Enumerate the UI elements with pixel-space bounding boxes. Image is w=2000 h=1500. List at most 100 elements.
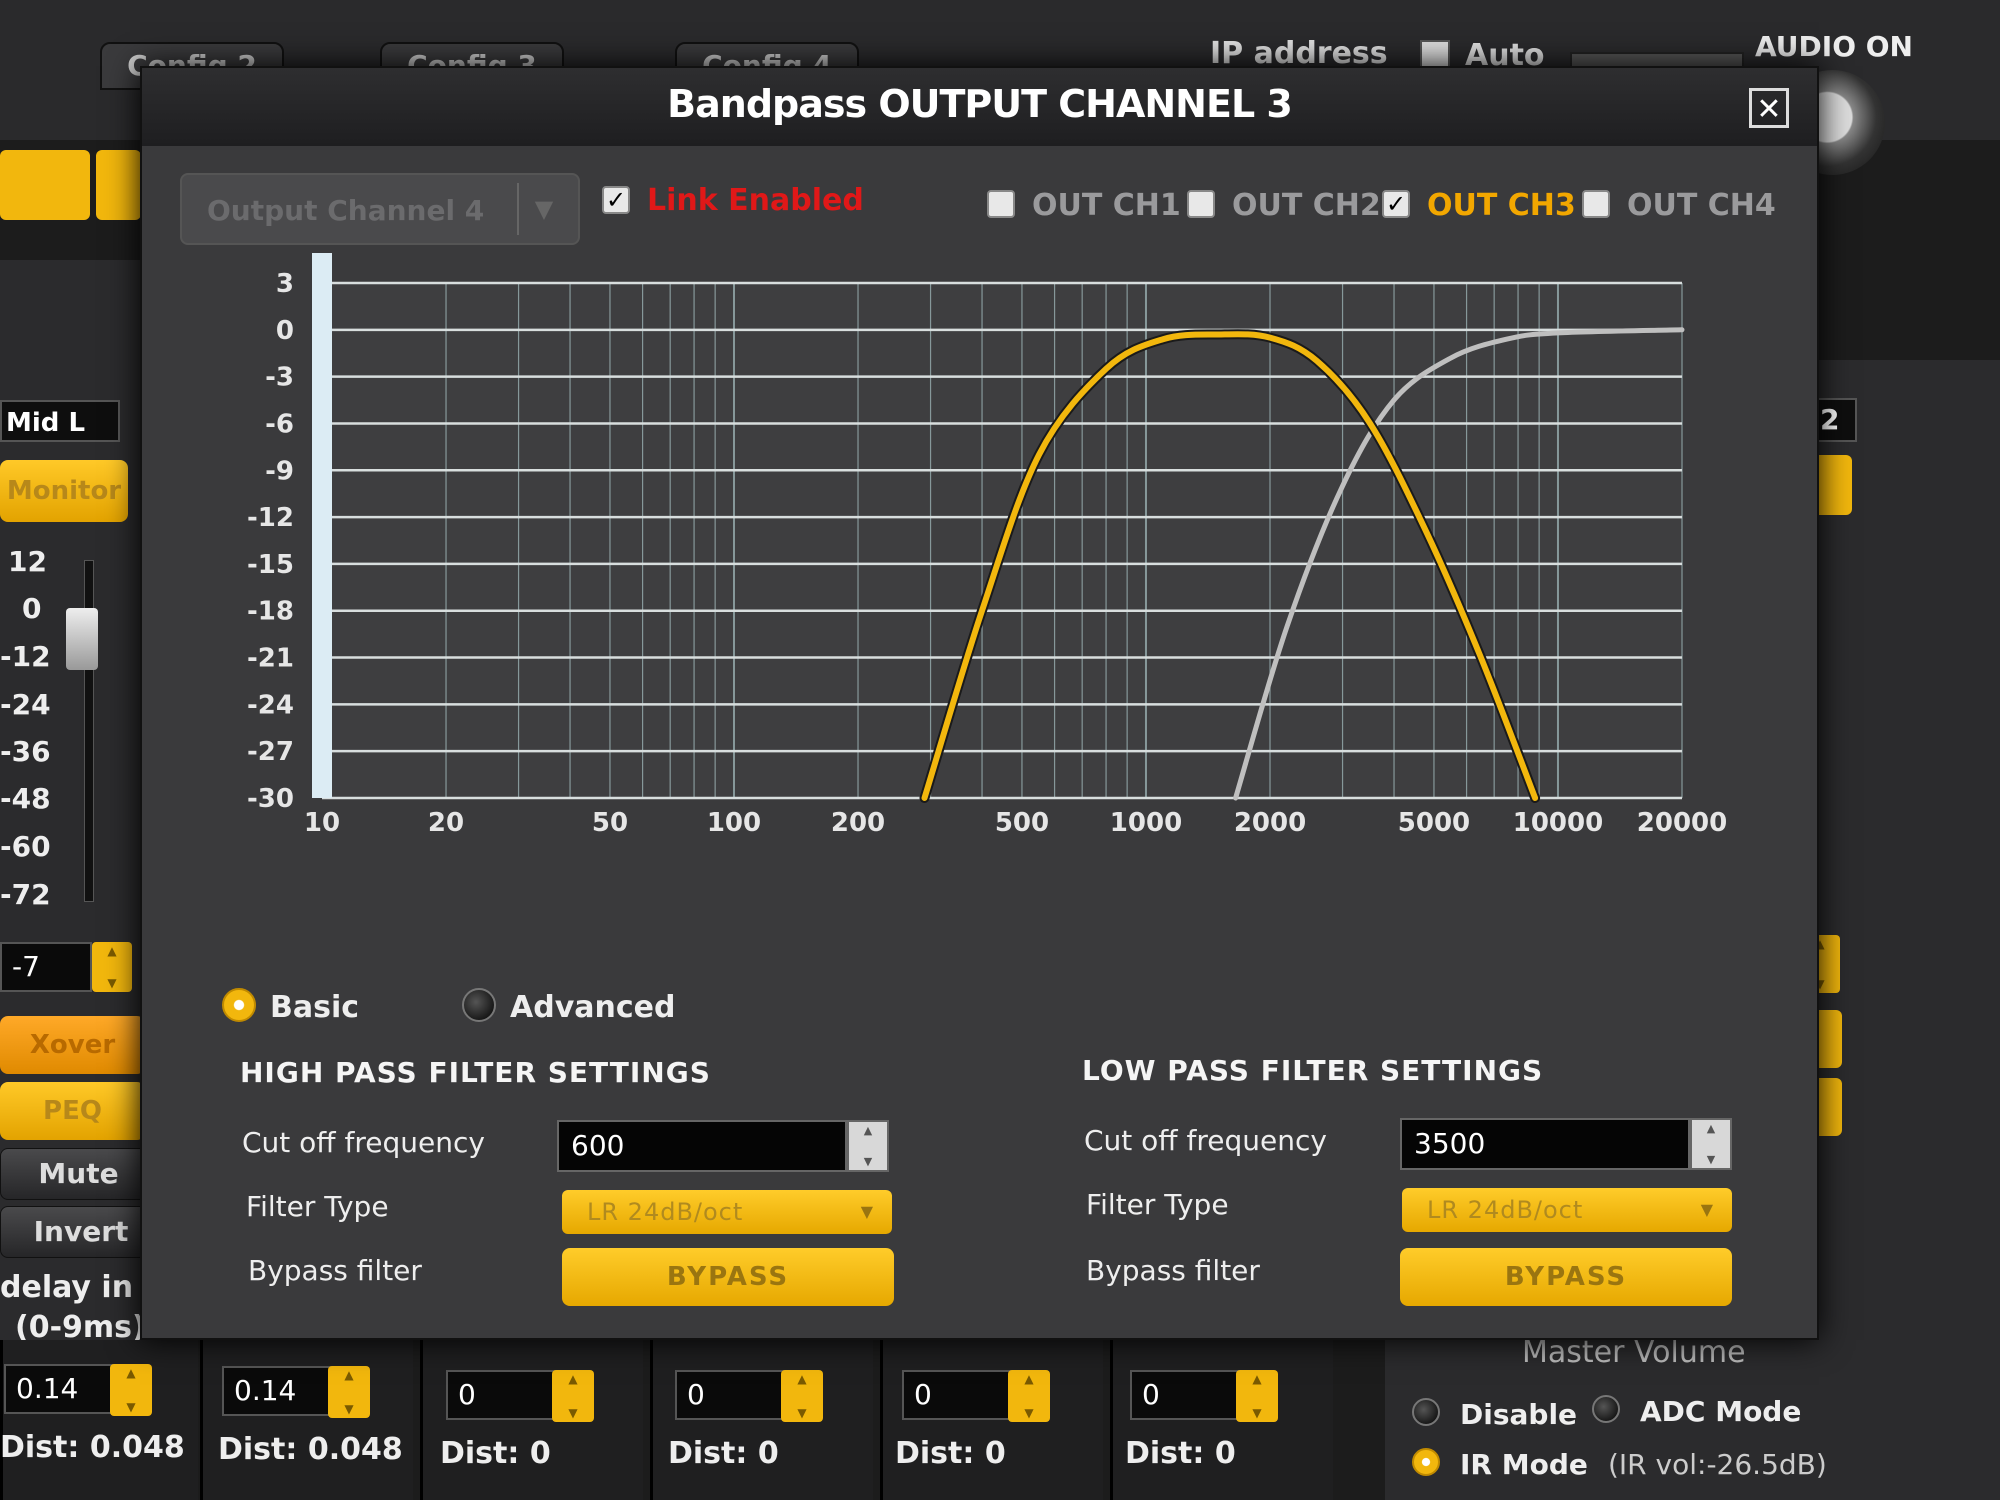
hp-cutoff-label: Cut off frequency xyxy=(242,1126,485,1159)
fader-handle[interactable] xyxy=(66,608,98,670)
y-tick-label: -24 xyxy=(247,690,294,720)
master-volume-label: Master Volume xyxy=(1522,1335,1746,1370)
gain-spinner[interactable] xyxy=(92,942,132,992)
delay-input-2[interactable]: 0.14 xyxy=(222,1366,332,1416)
fader-scale-0: 0 xyxy=(22,592,42,625)
xover-button[interactable]: Xover xyxy=(0,1016,145,1074)
delay-panel-4 xyxy=(650,1340,873,1500)
y-tick-label: 0 xyxy=(276,316,294,346)
x-tick-label: 200 xyxy=(831,808,885,838)
gain-input[interactable]: -7 xyxy=(0,942,92,992)
yellow-strip-left xyxy=(0,150,90,220)
left-axis-bar xyxy=(312,253,332,798)
hp-filter-type-select[interactable]: LR 24dB/oct ▼ xyxy=(562,1190,892,1234)
delay-input-4[interactable]: 0 xyxy=(675,1370,785,1420)
invert-button[interactable]: Invert xyxy=(0,1206,162,1258)
lp-cutoff-spinner[interactable] xyxy=(1690,1118,1732,1170)
delay-spinner-3[interactable] xyxy=(552,1370,594,1422)
link-enabled-checkbox[interactable]: ✓ xyxy=(602,186,630,214)
y-tick-label: -12 xyxy=(247,503,294,533)
fader-scale-m48: -48 xyxy=(0,782,51,815)
advanced-mode-label: Advanced xyxy=(510,990,676,1025)
out-ch4-checkbox[interactable] xyxy=(1582,190,1610,218)
fader-scale-m36: -36 xyxy=(0,735,51,768)
disable-label: Disable xyxy=(1460,1398,1578,1431)
audio-on-label: AUDIO ON xyxy=(1755,30,1913,63)
fader-scale-m12: -12 xyxy=(0,640,51,673)
hp-cutoff-input[interactable]: 600 xyxy=(557,1120,847,1172)
delay-panel-2 xyxy=(200,1340,413,1500)
mute-button[interactable]: Mute xyxy=(0,1148,157,1200)
lp-bypass-button[interactable]: BYPASS xyxy=(1400,1248,1732,1306)
x-tick-label: 500 xyxy=(995,808,1049,838)
delay-panel-5 xyxy=(880,1340,1103,1500)
lp-cutoff-input[interactable]: 3500 xyxy=(1400,1118,1690,1170)
hp-filter-type-value: LR 24dB/oct xyxy=(587,1198,744,1226)
delay-input-5[interactable]: 0 xyxy=(902,1370,1012,1420)
y-tick-label: -6 xyxy=(265,409,294,439)
fader-scale-12: 12 xyxy=(8,545,47,578)
fader-scale-m60: -60 xyxy=(0,830,51,863)
channel-name-field[interactable]: Mid L xyxy=(0,400,120,442)
bandpass-dialog: Bandpass OUTPUT CHANNEL 3 ✕ Output Chann… xyxy=(140,66,1819,1340)
fader-scale-m24: -24 xyxy=(0,688,51,721)
y-tick-label: -30 xyxy=(247,784,294,814)
delay-input-6[interactable]: 0 xyxy=(1130,1370,1240,1420)
yellow-strip-left-2 xyxy=(96,150,141,220)
high-pass-title: HIGH PASS FILTER SETTINGS xyxy=(240,1056,711,1089)
chevron-down-icon: ▼ xyxy=(860,1202,874,1221)
delay-spinner-6[interactable] xyxy=(1236,1370,1278,1422)
out-ch4-label: OUT CH4 xyxy=(1627,188,1776,223)
close-icon[interactable]: ✕ xyxy=(1749,88,1789,128)
ir-mode-label: IR Mode xyxy=(1460,1448,1588,1481)
hp-bypass-button[interactable]: BYPASS xyxy=(562,1248,894,1306)
hp-filter-type-label: Filter Type xyxy=(246,1190,389,1223)
delay-spinner-4[interactable] xyxy=(781,1370,823,1422)
y-tick-label: 3 xyxy=(276,269,294,299)
delay-dist-6: Dist: 0 xyxy=(1125,1436,1236,1471)
delay-panel-3 xyxy=(420,1340,643,1500)
advanced-mode-radio[interactable] xyxy=(462,988,496,1022)
delay-dist-1: Dist: 0.048 xyxy=(0,1430,185,1465)
low-pass-title: LOW PASS FILTER SETTINGS xyxy=(1082,1054,1544,1087)
x-tick-label: 2000 xyxy=(1234,808,1306,838)
out-ch1-checkbox[interactable] xyxy=(987,190,1015,218)
delay-spinner-5[interactable] xyxy=(1008,1370,1050,1422)
dialog-title: Bandpass OUTPUT CHANNEL 3 xyxy=(667,82,1293,126)
out-ch1-label: OUT CH1 xyxy=(1032,188,1181,223)
lp-filter-type-select[interactable]: LR 24dB/oct ▼ xyxy=(1402,1188,1732,1232)
chevron-down-icon: ▼ xyxy=(1700,1200,1714,1219)
chevron-down-icon[interactable]: ▼ xyxy=(517,183,569,235)
x-tick-label: 1000 xyxy=(1110,808,1182,838)
peq-button[interactable]: PEQ xyxy=(0,1082,145,1140)
delay-input-1[interactable]: 0.14 xyxy=(4,1364,114,1414)
delay-input-3[interactable]: 0 xyxy=(446,1370,556,1420)
x-tick-label: 20000 xyxy=(1637,808,1727,838)
fader-scale-m72: -72 xyxy=(0,878,51,911)
link-enabled-label: Link Enabled xyxy=(647,183,864,218)
out-ch2-label: OUT CH2 xyxy=(1232,188,1381,223)
basic-mode-label: Basic xyxy=(270,990,360,1025)
frequency-response-chart[interactable]: 3 0 -3 -6 -9 -12 -15 -18 -21 -24 -27 -30 10 20 50 100 20… xyxy=(242,253,1742,838)
out-ch2-checkbox[interactable] xyxy=(1187,190,1215,218)
basic-mode-radio[interactable] xyxy=(222,988,256,1022)
lp-bypass-label: Bypass filter xyxy=(1086,1254,1260,1287)
hp-cutoff-spinner[interactable] xyxy=(847,1120,889,1172)
lp-filter-type-label: Filter Type xyxy=(1086,1188,1229,1221)
y-tick-label: -9 xyxy=(265,456,294,486)
delay-panel-6 xyxy=(1110,1340,1333,1500)
y-tick-label: -15 xyxy=(247,550,294,580)
adc-mode-radio[interactable] xyxy=(1592,1395,1620,1423)
monitor-button[interactable]: Monitor xyxy=(0,460,128,522)
delay-spinner-1[interactable] xyxy=(110,1364,152,1416)
disable-radio[interactable] xyxy=(1412,1398,1440,1426)
y-tick-label: -3 xyxy=(265,363,294,393)
y-tick-label: -18 xyxy=(247,597,294,627)
ir-mode-radio[interactable] xyxy=(1412,1448,1440,1476)
x-tick-label: 10 xyxy=(304,808,340,838)
delay-spinner-2[interactable] xyxy=(328,1366,370,1418)
lp-cutoff-label: Cut off frequency xyxy=(1084,1124,1327,1157)
x-tick-label: 20 xyxy=(428,808,464,838)
out-ch3-checkbox[interactable]: ✓ xyxy=(1382,190,1410,218)
ir-vol-label: (IR vol:-26.5dB) xyxy=(1608,1448,1827,1481)
